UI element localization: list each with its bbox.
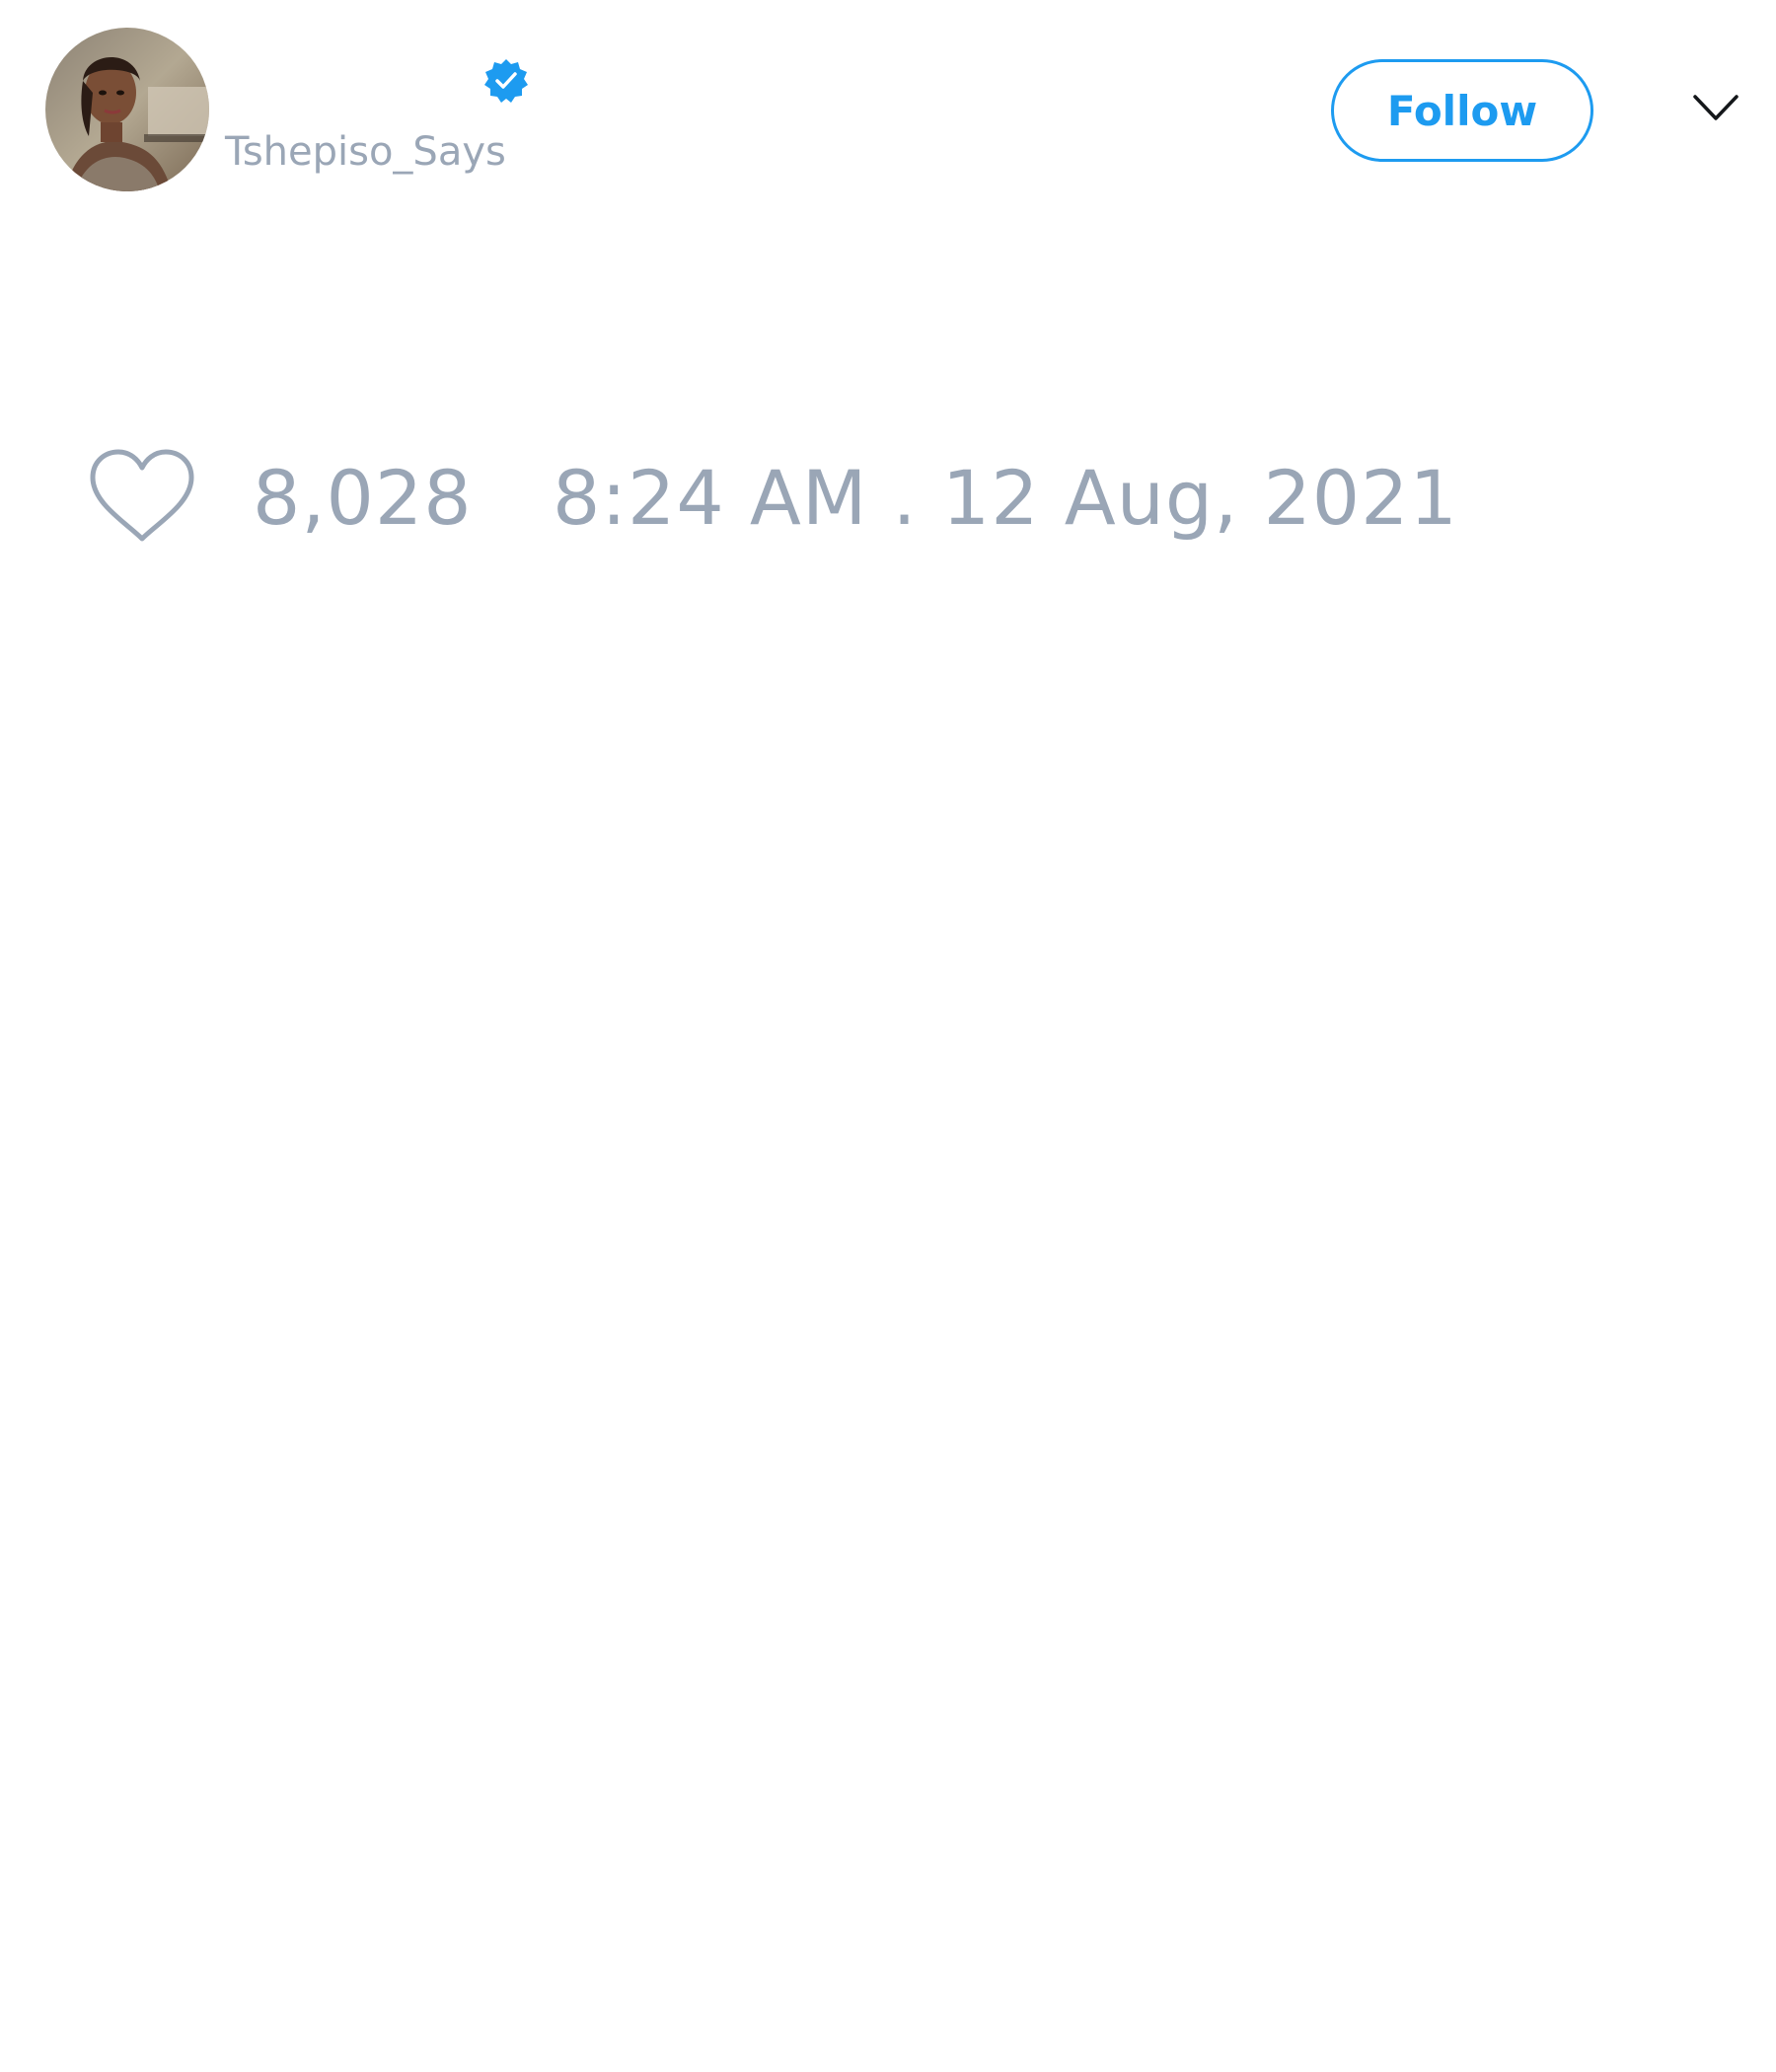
display-name[interactable] <box>225 51 472 111</box>
tweet-stats: 8,028 8:24 AM . 12 Aug, 2021 <box>0 434 1776 553</box>
verified-badge-icon <box>484 59 528 103</box>
tweet-timestamp[interactable]: 8:24 AM . 12 Aug, 2021 <box>553 454 1458 543</box>
chevron-down-icon[interactable] <box>1691 89 1740 128</box>
avatar-photo <box>45 28 209 191</box>
author-handle[interactable]: Tshepiso_Says <box>225 126 506 178</box>
like-count: 8,028 <box>253 454 473 542</box>
follow-button[interactable]: Follow <box>1331 59 1593 162</box>
author-avatar[interactable] <box>45 28 209 191</box>
tweet-card: Tshepiso_Says Follow 8,028 8:24 AM . 12 … <box>0 0 1776 2072</box>
heart-icon[interactable] <box>87 448 197 547</box>
